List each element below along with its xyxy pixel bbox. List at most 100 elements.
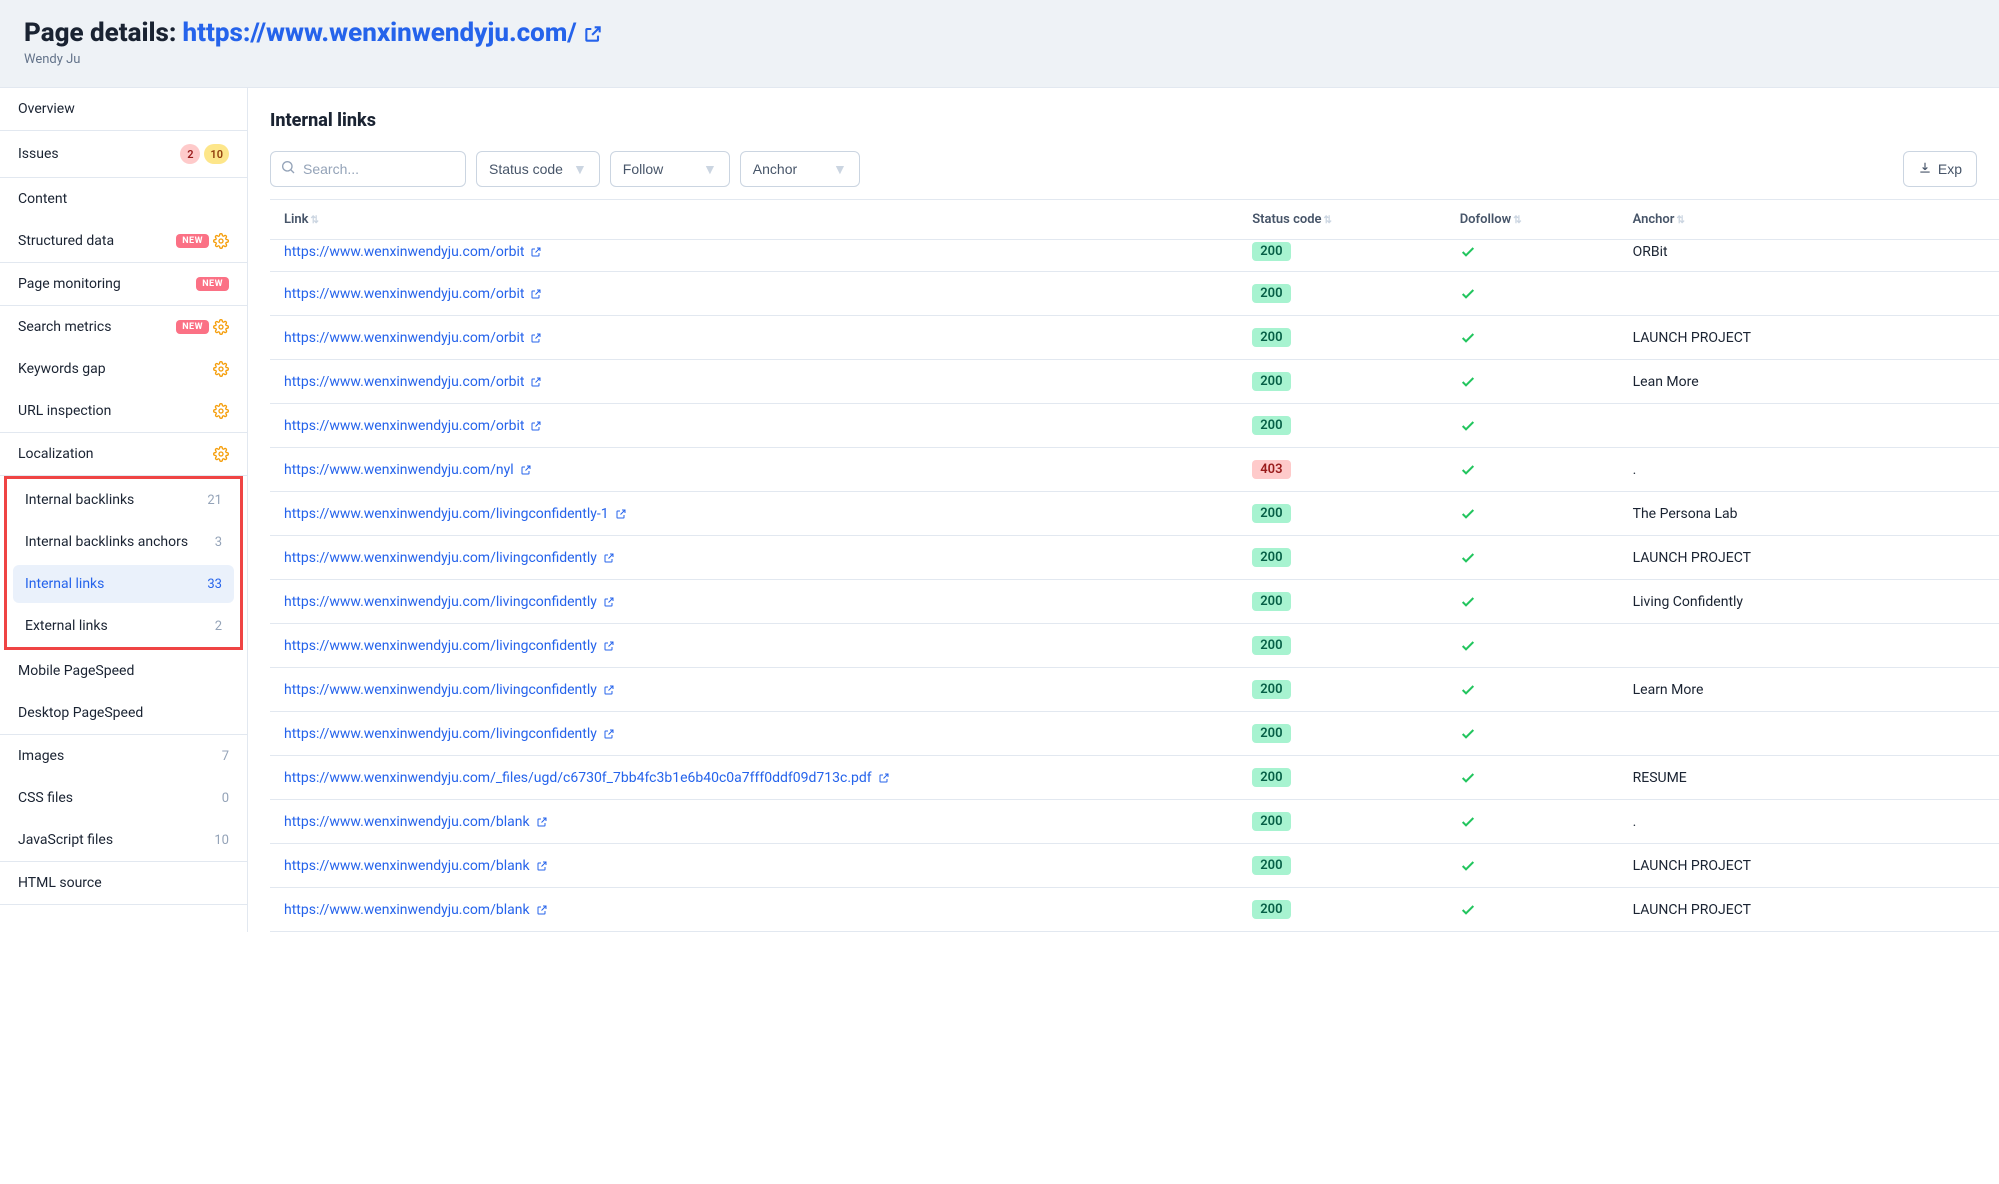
- cell-dofollow: [1446, 316, 1619, 360]
- cell-status: 200: [1238, 888, 1445, 932]
- sidebar-item-label: Localization: [18, 446, 94, 462]
- check-icon: [1460, 814, 1605, 830]
- filter-anchor[interactable]: Anchor ▼: [740, 151, 860, 187]
- cell-link[interactable]: https://www.wenxinwendyju.com/orbit: [270, 360, 1238, 404]
- table-row: https://www.wenxinwendyju.com/orbit 200: [270, 404, 1999, 448]
- cell-link[interactable]: https://www.wenxinwendyju.com/livingconf…: [270, 492, 1238, 536]
- export-button[interactable]: Exp: [1903, 151, 1977, 187]
- external-link-icon: [603, 638, 615, 654]
- cell-link[interactable]: https://www.wenxinwendyju.com/livingconf…: [270, 668, 1238, 712]
- cell-link[interactable]: https://www.wenxinwendyju.com/livingconf…: [270, 536, 1238, 580]
- external-link-icon: [603, 550, 615, 566]
- cell-link[interactable]: https://www.wenxinwendyju.com/livingconf…: [270, 624, 1238, 668]
- external-link-icon: [536, 902, 548, 918]
- sidebar-item-internal-backlinks-anchors[interactable]: Internal backlinks anchors3: [7, 521, 240, 563]
- external-link-icon: [530, 418, 542, 434]
- link-url: https://www.wenxinwendyju.com/orbit: [284, 330, 524, 346]
- sidebar-item-label: Internal backlinks: [25, 492, 134, 508]
- page-url-link[interactable]: https://www.wenxinwendyju.com/: [182, 18, 600, 48]
- sidebar: OverviewIssues210ContentStructured dataN…: [0, 88, 248, 932]
- sidebar-item-structured-data[interactable]: Structured dataNEW: [0, 220, 247, 262]
- sidebar-item-css-files[interactable]: CSS files0: [0, 777, 247, 819]
- cell-link[interactable]: https://www.wenxinwendyju.com/blank: [270, 844, 1238, 888]
- cell-dofollow: [1446, 624, 1619, 668]
- sidebar-item-internal-links[interactable]: Internal links 33: [13, 565, 234, 603]
- sidebar-item-keywords-gap[interactable]: Keywords gap: [0, 348, 247, 390]
- sidebar-item-label: Internal links: [25, 576, 104, 592]
- chevron-down-icon: ▼: [573, 161, 587, 177]
- gear-icon: [213, 446, 229, 462]
- cell-link[interactable]: https://www.wenxinwendyju.com/orbit: [270, 240, 1238, 272]
- col-anchor[interactable]: Anchor⇅: [1619, 200, 1999, 240]
- cell-anchor: LAUNCH PROJECT: [1619, 536, 1999, 580]
- search-input[interactable]: [270, 151, 466, 187]
- sidebar-item-mobile-pagespeed[interactable]: Mobile PageSpeed: [0, 650, 247, 692]
- sidebar-item-label: CSS files: [18, 790, 73, 806]
- cell-dofollow: [1446, 240, 1619, 272]
- sidebar-item-localization[interactable]: Localization: [0, 433, 247, 475]
- cell-link[interactable]: https://www.wenxinwendyju.com/orbit: [270, 404, 1238, 448]
- sidebar-item-issues[interactable]: Issues210: [0, 131, 247, 177]
- external-link-icon: [530, 374, 542, 390]
- sidebar-item-javascript-files[interactable]: JavaScript files10: [0, 819, 247, 861]
- link-url: https://www.wenxinwendyju.com/orbit: [284, 286, 524, 302]
- sidebar-item-url-inspection[interactable]: URL inspection: [0, 390, 247, 432]
- check-icon: [1460, 506, 1605, 522]
- sidebar-section: Issues210: [0, 131, 247, 178]
- table-row: https://www.wenxinwendyju.com/blank200LA…: [270, 888, 1999, 932]
- table-row: https://www.wenxinwendyju.com/livingconf…: [270, 580, 1999, 624]
- gear-icon: [213, 319, 229, 335]
- col-status[interactable]: Status code⇅: [1238, 200, 1445, 240]
- search-icon: [280, 159, 296, 179]
- status-badge: 200: [1252, 900, 1290, 919]
- sidebar-item-label: Page monitoring: [18, 276, 121, 292]
- cell-link[interactable]: https://www.wenxinwendyju.com/_files/ugd…: [270, 756, 1238, 800]
- status-badge: 200: [1252, 284, 1290, 303]
- table-row: https://www.wenxinwendyju.com/orbit200OR…: [270, 240, 1999, 272]
- status-badge: 200: [1252, 856, 1290, 875]
- sidebar-item-label: Desktop PageSpeed: [18, 705, 143, 721]
- sidebar-item-label: JavaScript files: [18, 832, 113, 848]
- cell-link[interactable]: https://www.wenxinwendyju.com/blank: [270, 800, 1238, 844]
- cell-link[interactable]: https://www.wenxinwendyju.com/orbit: [270, 272, 1238, 316]
- cell-dofollow: [1446, 404, 1619, 448]
- sidebar-item-desktop-pagespeed[interactable]: Desktop PageSpeed: [0, 692, 247, 734]
- sidebar-item-label: External links: [25, 618, 108, 634]
- cell-dofollow: [1446, 800, 1619, 844]
- external-link-icon: [530, 244, 542, 260]
- sidebar-item-images[interactable]: Images7: [0, 735, 247, 777]
- sidebar-item-search-metrics[interactable]: Search metricsNEW: [0, 306, 247, 348]
- sidebar-item-external-links[interactable]: External links2: [7, 605, 240, 647]
- cell-status: 403: [1238, 448, 1445, 492]
- col-dofollow[interactable]: Dofollow⇅: [1446, 200, 1619, 240]
- cell-anchor: Living Confidently: [1619, 580, 1999, 624]
- sidebar-item-count: 33: [207, 577, 222, 592]
- link-url: https://www.wenxinwendyju.com/livingconf…: [284, 682, 597, 698]
- cell-dofollow: [1446, 536, 1619, 580]
- external-link-icon: [536, 858, 548, 874]
- sidebar-item-content[interactable]: Content: [0, 178, 247, 220]
- sidebar-item-label: Images: [18, 748, 64, 764]
- cell-link[interactable]: https://www.wenxinwendyju.com/blank: [270, 888, 1238, 932]
- sidebar-item-html-source[interactable]: HTML source: [0, 862, 247, 904]
- status-badge: 200: [1252, 416, 1290, 435]
- check-icon: [1460, 462, 1605, 478]
- filter-status-code[interactable]: Status code ▼: [476, 151, 600, 187]
- external-link-icon: [530, 286, 542, 302]
- cell-link[interactable]: https://www.wenxinwendyju.com/livingconf…: [270, 580, 1238, 624]
- cell-link[interactable]: https://www.wenxinwendyju.com/orbit: [270, 316, 1238, 360]
- filter-follow[interactable]: Follow ▼: [610, 151, 730, 187]
- table-header-row: Link⇅ Status code⇅ Dofollow⇅ Anchor⇅: [270, 200, 1999, 240]
- table-row: https://www.wenxinwendyju.com/livingconf…: [270, 492, 1999, 536]
- cell-link[interactable]: https://www.wenxinwendyju.com/nyl: [270, 448, 1238, 492]
- sidebar-item-overview[interactable]: Overview: [0, 88, 247, 130]
- col-link[interactable]: Link⇅: [270, 200, 1238, 240]
- link-url: https://www.wenxinwendyju.com/orbit: [284, 244, 524, 260]
- sidebar-item-internal-backlinks[interactable]: Internal backlinks21: [7, 479, 240, 521]
- cell-anchor: LAUNCH PROJECT: [1619, 316, 1999, 360]
- table-row: https://www.wenxinwendyju.com/_files/ugd…: [270, 756, 1999, 800]
- cell-link[interactable]: https://www.wenxinwendyju.com/livingconf…: [270, 712, 1238, 756]
- table-row: https://www.wenxinwendyju.com/livingconf…: [270, 668, 1999, 712]
- page-details-label: Page details:: [24, 18, 176, 48]
- sidebar-item-page-monitoring[interactable]: Page monitoringNEW: [0, 263, 247, 305]
